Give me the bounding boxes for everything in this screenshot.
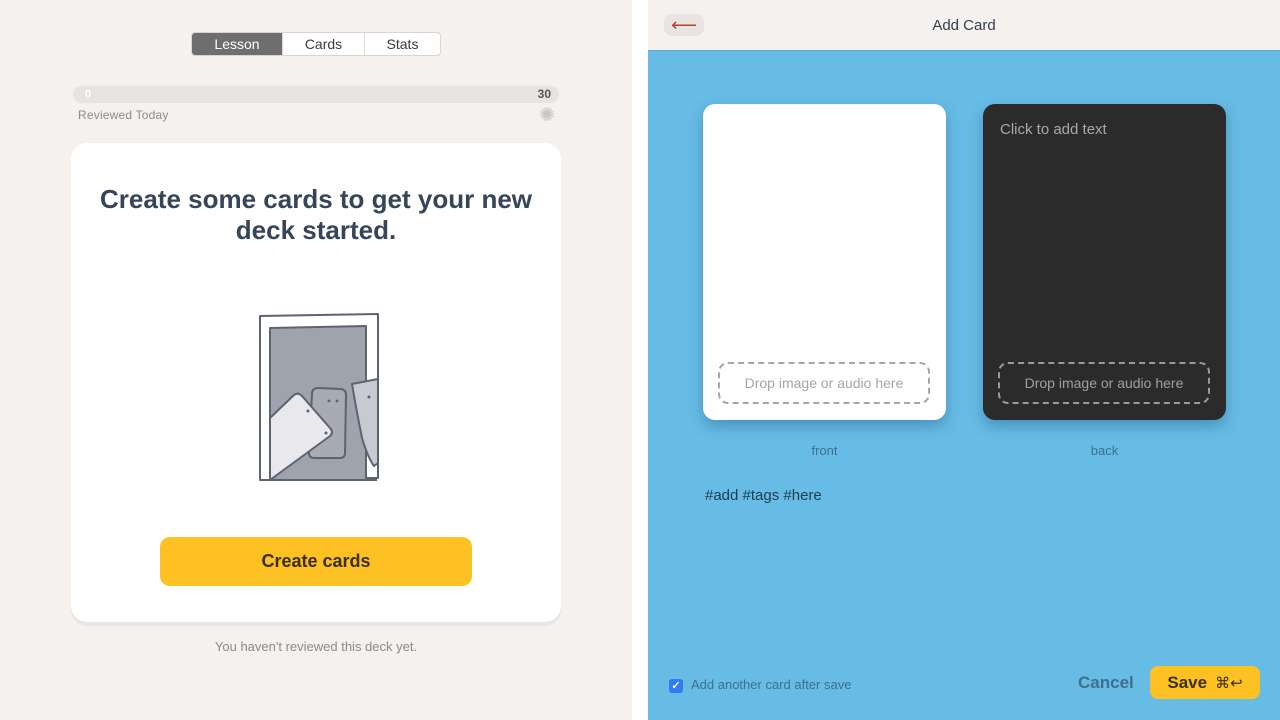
panel-divider bbox=[632, 0, 648, 720]
back-media-dropzone[interactable]: Drop image or audio here bbox=[998, 362, 1210, 404]
add-another-label[interactable]: Add another card after save bbox=[691, 677, 851, 692]
review-status-text: You haven't reviewed this deck yet. bbox=[214, 639, 418, 654]
page-title: Add Card bbox=[932, 17, 996, 34]
save-label: Save bbox=[1167, 672, 1208, 692]
lesson-panel: Lesson Cards Stats 0 30 Reviewed Today ✺… bbox=[0, 0, 632, 720]
tags-input[interactable]: #add #tags #here bbox=[705, 487, 822, 504]
progress-current: 0 bbox=[85, 88, 92, 100]
empty-state-headline: Create some cards to get your new deck s… bbox=[99, 184, 533, 245]
reviewed-today-label: Reviewed Today bbox=[78, 108, 169, 122]
empty-deck-card: Create some cards to get your new deck s… bbox=[71, 143, 561, 622]
progress-goal: 30 bbox=[537, 87, 551, 101]
empty-deck-illustration bbox=[259, 313, 379, 481]
card-back-editor[interactable]: Click to add text Drop image or audio he… bbox=[983, 104, 1226, 420]
view-segmented-control: Lesson Cards Stats bbox=[191, 32, 441, 56]
app-root: Lesson Cards Stats 0 30 Reviewed Today ✺… bbox=[0, 0, 1280, 720]
review-progress-bar: 0 30 bbox=[73, 86, 559, 103]
back-label: back bbox=[1090, 443, 1119, 458]
back-text-field[interactable]: Click to add text bbox=[1000, 121, 1107, 138]
tab-lesson[interactable]: Lesson bbox=[192, 33, 282, 55]
add-card-panel: ⟵ Add Card Drop image or audio here Clic… bbox=[648, 0, 1280, 720]
save-button[interactable]: Save ⌘↩ bbox=[1150, 666, 1260, 699]
tab-stats[interactable]: Stats bbox=[364, 33, 440, 55]
front-media-dropzone[interactable]: Drop image or audio here bbox=[718, 362, 930, 404]
card-front-editor[interactable]: Drop image or audio here bbox=[703, 104, 946, 420]
add-card-header: ⟵ Add Card bbox=[648, 0, 1280, 51]
add-another-checkbox[interactable]: ✓ bbox=[669, 679, 683, 693]
cancel-button[interactable]: Cancel bbox=[1078, 673, 1134, 693]
front-label: front bbox=[811, 443, 838, 458]
create-cards-button[interactable]: Create cards bbox=[160, 537, 472, 586]
tab-cards[interactable]: Cards bbox=[282, 33, 364, 55]
keyboard-shortcut-icon: ⌘↩ bbox=[1215, 674, 1243, 692]
gear-icon[interactable]: ✺ bbox=[538, 106, 556, 125]
